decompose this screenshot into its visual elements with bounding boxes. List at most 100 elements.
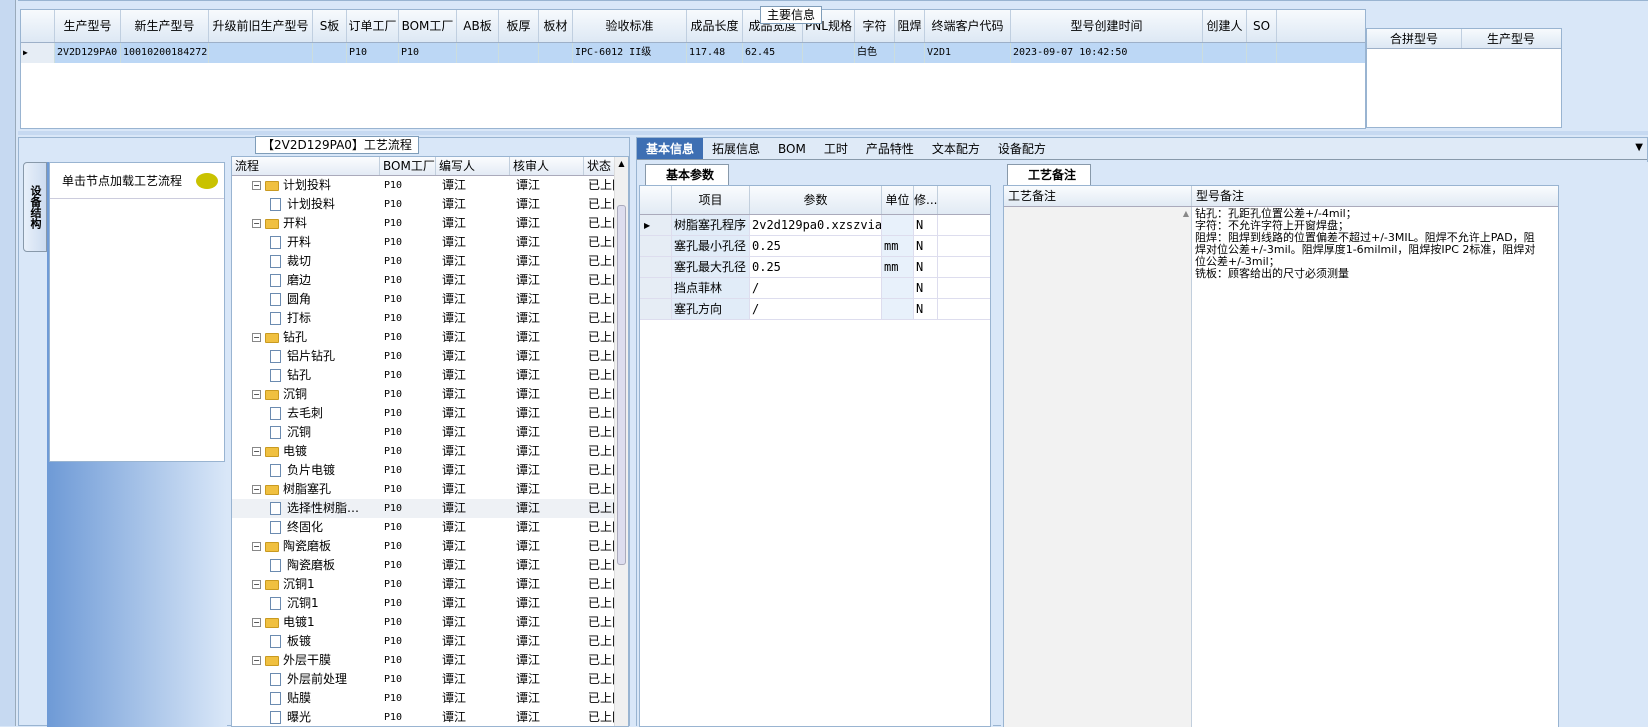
main-col-header[interactable]: 新生产型号: [121, 10, 209, 42]
tree-row[interactable]: − 陶瓷磨板 P10 谭江 谭江 已上网: [232, 537, 628, 556]
tree-col-header[interactable]: 编写人: [436, 157, 510, 175]
tree-row[interactable]: 曝光 P10 谭江 谭江 已上网: [232, 708, 628, 726]
tree-row[interactable]: − 沉铜 P10 谭江 谭江 已上网: [232, 385, 628, 404]
main-cell[interactable]: [803, 43, 855, 63]
tree-row[interactable]: − 外层干膜 P10 谭江 谭江 已上网: [232, 651, 628, 670]
tree-row[interactable]: 终固化 P10 谭江 谭江 已上网: [232, 518, 628, 537]
main-col-header[interactable]: 型号创建时间: [1011, 10, 1203, 42]
main-info-row[interactable]: ▶ 2V2D129PA0 10010200184272 P10 P10 IPC-6012 …: [21, 43, 1365, 63]
main-cell[interactable]: [539, 43, 573, 63]
param-col-header[interactable]: 项目: [672, 186, 750, 214]
main-info-grid[interactable]: 生产型号 新生产型号 升级前旧生产型号 S板 订单工厂 BOM工厂 AB板 板厚 板材 验收标准成…: [20, 9, 1366, 129]
main-col-header[interactable]: BOM工厂: [399, 10, 457, 42]
main-col-header[interactable]: 板厚: [499, 10, 539, 42]
tree-col-header[interactable]: 流程: [232, 157, 380, 175]
collapse-icon[interactable]: −: [252, 181, 261, 190]
tree-row[interactable]: 铝片钻孔 P10 谭江 谭江 已上网: [232, 347, 628, 366]
tree-row[interactable]: − 树脂塞孔 P10 谭江 谭江 已上网: [232, 480, 628, 499]
collapse-icon[interactable]: −: [252, 447, 261, 456]
tree-row[interactable]: − 计划投料 P10 谭江 谭江 已上网: [232, 176, 628, 195]
param-value-cell[interactable]: /: [750, 299, 882, 319]
notes-process-cell[interactable]: ▲: [1004, 207, 1192, 727]
param-row[interactable]: 塞孔最大孔径 0.25 mm N: [640, 257, 990, 278]
tree-row[interactable]: 去毛刺 P10 谭江 谭江 已上网: [232, 404, 628, 423]
main-cell[interactable]: 117.48: [687, 43, 743, 63]
detail-tab[interactable]: 工时: [815, 138, 857, 159]
main-cell[interactable]: [499, 43, 539, 63]
main-cell[interactable]: [209, 43, 313, 63]
tree-row[interactable]: 磨边 P10 谭江 谭江 已上网: [232, 271, 628, 290]
side-tab-equipment[interactable]: 设备结构: [23, 162, 47, 252]
tree-row[interactable]: 开料 P10 谭江 谭江 已上网: [232, 233, 628, 252]
tree-row[interactable]: − 电镀1 P10 谭江 谭江 已上网: [232, 613, 628, 632]
tree-row[interactable]: 沉铜 P10 谭江 谭江 已上网: [232, 423, 628, 442]
main-cell[interactable]: [1247, 43, 1277, 63]
main-cell[interactable]: [457, 43, 499, 63]
collapse-icon[interactable]: −: [252, 542, 261, 551]
main-col-header[interactable]: 验收标准: [573, 10, 687, 42]
tree-row[interactable]: − 电镀 P10 谭江 谭江 已上网: [232, 442, 628, 461]
main-col-header[interactable]: S板: [313, 10, 347, 42]
tree-row[interactable]: − 开料 P10 谭江 谭江 已上网: [232, 214, 628, 233]
main-cell[interactable]: V2D1: [925, 43, 1011, 63]
main-cell[interactable]: 2023-09-07 10:42:50: [1011, 43, 1203, 63]
tree-row[interactable]: 打标 P10 谭江 谭江 已上网: [232, 309, 628, 328]
param-col-header[interactable]: 修...: [914, 186, 938, 214]
main-col-header[interactable]: 终端客户代码: [925, 10, 1011, 42]
detail-tab[interactable]: BOM: [769, 138, 815, 159]
param-value-cell[interactable]: 2v2d129pa0.xzszvia: [750, 215, 882, 235]
collapse-icon[interactable]: −: [252, 485, 261, 494]
collapse-icon[interactable]: −: [252, 390, 261, 399]
main-cell[interactable]: P10: [347, 43, 399, 63]
param-col-header[interactable]: 单位: [882, 186, 914, 214]
main-cell[interactable]: [313, 43, 347, 63]
main-col-header[interactable]: 生产型号: [55, 10, 121, 42]
tree-row[interactable]: 贴膜 P10 谭江 谭江 已上网: [232, 689, 628, 708]
main-cell[interactable]: 白色: [855, 43, 895, 63]
detail-tab[interactable]: 产品特性: [857, 138, 923, 159]
collapse-icon[interactable]: −: [252, 580, 261, 589]
notes-model-cell[interactable]: 钻孔：孔距孔位置公差+/-4mil； 字符：不允许字符上开窗焊盘； 阻焊：阻焊到线路…: [1192, 207, 1558, 727]
main-col-header[interactable]: 字符: [855, 10, 895, 42]
param-row[interactable]: 塞孔最小孔径 0.25 mm N: [640, 236, 990, 257]
tree-row[interactable]: 钻孔 P10 谭江 谭江 已上网: [232, 366, 628, 385]
tree-row[interactable]: 圆角 P10 谭江 谭江 已上网: [232, 290, 628, 309]
flow-tree[interactable]: 流程 BOM工厂 编写人 核审人 状态 − 计划投料 P10 谭江 谭江 已上网 计划投料 P10 谭江…: [231, 156, 629, 727]
collapse-icon[interactable]: −: [252, 618, 261, 627]
main-cell[interactable]: [1203, 43, 1247, 63]
main-cell[interactable]: 62.45: [743, 43, 803, 63]
main-col-header[interactable]: 阻焊: [895, 10, 925, 42]
detail-tab[interactable]: 设备配方: [989, 138, 1055, 159]
tree-row[interactable]: 外层前处理 P10 谭江 谭江 已上网: [232, 670, 628, 689]
main-cell[interactable]: 2V2D129PA0: [55, 43, 121, 63]
param-row[interactable]: 挡点菲林 / N: [640, 278, 990, 299]
main-col-header[interactable]: AB板: [457, 10, 499, 42]
main-col-header[interactable]: 订单工厂: [347, 10, 399, 42]
node-hint-item[interactable]: 单击节点加载工艺流程: [50, 163, 224, 199]
scroll-thumb[interactable]: [617, 205, 626, 565]
param-value-cell[interactable]: /: [750, 278, 882, 298]
tree-col-header[interactable]: 核审人: [510, 157, 584, 175]
param-col-header[interactable]: 参数: [750, 186, 882, 214]
basic-params-grid[interactable]: 项目 参数 单位 修... ▶ 树脂塞孔程序 2v2d129pa0.xzszvia N 塞孔最…: [639, 185, 991, 727]
main-cell[interactable]: P10: [399, 43, 457, 63]
main-cell[interactable]: 10010200184272: [121, 43, 209, 63]
main-col-header[interactable]: 板材: [539, 10, 573, 42]
main-col-header[interactable]: 创建人: [1203, 10, 1247, 42]
tab-process-notes[interactable]: 工艺备注: [1007, 164, 1092, 185]
node-list[interactable]: 单击节点加载工艺流程: [49, 162, 225, 462]
main-col-header[interactable]: 成品长度: [687, 10, 743, 42]
tab-basic-params[interactable]: 基本参数: [645, 164, 730, 185]
detail-tab[interactable]: 基本信息: [637, 138, 704, 159]
tabs-dropdown-icon[interactable]: ▼: [1635, 142, 1643, 153]
tree-col-header[interactable]: BOM工厂: [380, 157, 436, 175]
tree-row[interactable]: 陶瓷磨板 P10 谭江 谭江 已上网: [232, 556, 628, 575]
collapse-icon[interactable]: −: [252, 656, 261, 665]
scroll-up-icon[interactable]: ▲: [615, 157, 628, 171]
main-col-header[interactable]: 升级前旧生产型号: [209, 10, 313, 42]
horizontal-splitter[interactable]: [18, 131, 1648, 135]
tree-row[interactable]: 沉铜1 P10 谭江 谭江 已上网: [232, 594, 628, 613]
notes-scroll-up-icon[interactable]: ▲: [1183, 209, 1189, 218]
tree-row[interactable]: − 沉铜1 P10 谭江 谭江 已上网: [232, 575, 628, 594]
tree-row[interactable]: 负片电镀 P10 谭江 谭江 已上网: [232, 461, 628, 480]
